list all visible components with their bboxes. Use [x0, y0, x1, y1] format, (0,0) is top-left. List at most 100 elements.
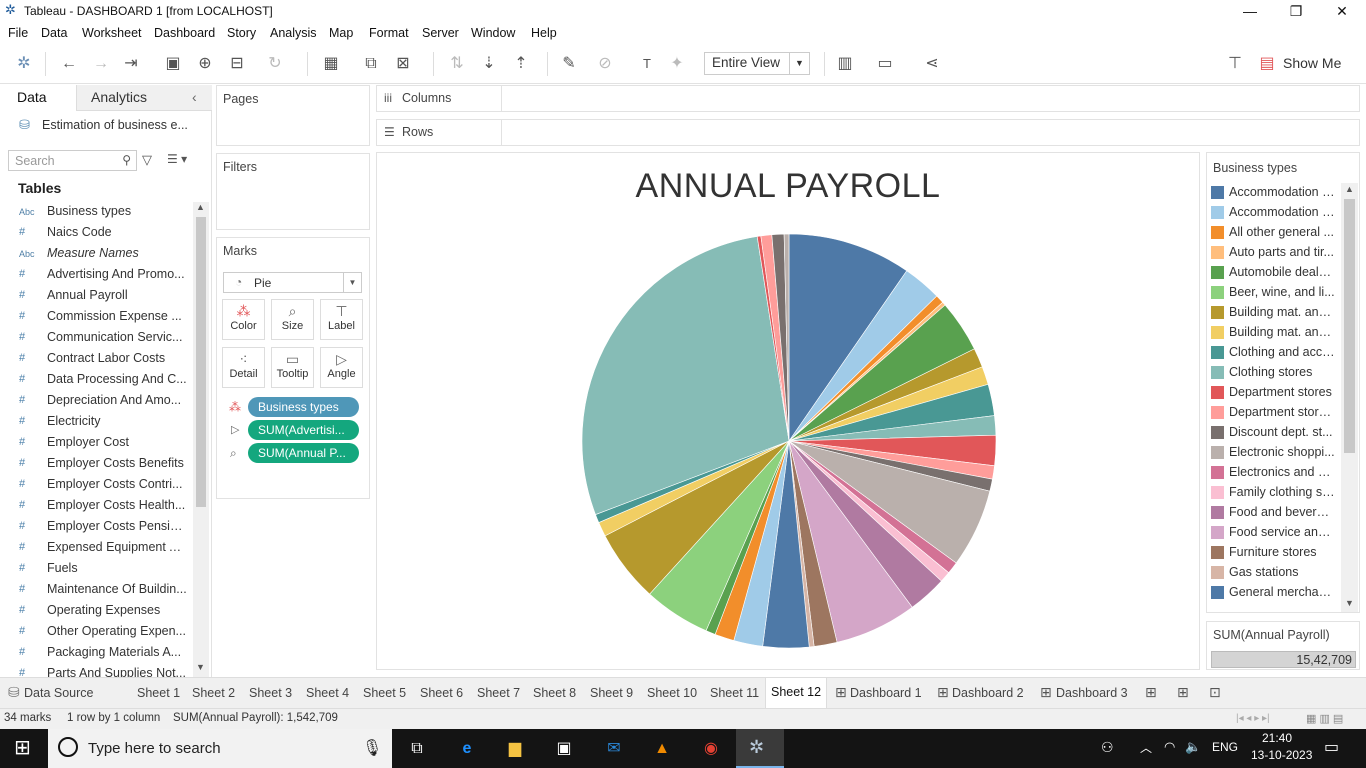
task-view-icon[interactable]: ⧉ — [404, 736, 430, 762]
pause-updates-icon[interactable]: ⊟ — [226, 54, 248, 74]
field-item[interactable]: # Employer Costs Benefits — [0, 453, 192, 474]
legend-item[interactable]: Discount dept. st... — [1211, 423, 1341, 443]
color-button[interactable]: ⁂ Color — [222, 299, 265, 340]
highlight-icon[interactable]: ✎ — [558, 54, 580, 74]
legend-item[interactable]: Electronic shoppi... — [1211, 443, 1341, 463]
pie-chart[interactable] — [377, 153, 1199, 669]
menu-server[interactable]: Server — [422, 26, 459, 40]
chevron-down-icon[interactable]: ▼ — [789, 53, 809, 74]
sort-descending-icon[interactable]: ⇡ — [510, 54, 532, 74]
restore-button[interactable]: ❐ — [1273, 0, 1319, 23]
legend-item[interactable]: Clothing and acce... — [1211, 343, 1341, 363]
sheet-tab[interactable]: Dashboard 2 — [952, 686, 1024, 700]
notifications-icon[interactable]: ▭ — [1324, 737, 1339, 757]
pill-sum-advertising[interactable]: SUM(Advertisi... — [248, 420, 359, 440]
undo-icon[interactable]: ← — [58, 54, 80, 74]
presentation-mode-icon[interactable]: ▭ — [874, 54, 896, 74]
sheet-tab[interactable]: Sheet 4 — [306, 686, 349, 700]
field-item[interactable]: # Annual Payroll — [0, 285, 192, 306]
people-icon[interactable]: ⚇ — [1101, 739, 1114, 756]
wifi-icon[interactable]: ◠ — [1164, 739, 1175, 755]
volume-icon[interactable]: 🔈 — [1185, 739, 1201, 755]
legend-item[interactable]: Department stores — [1211, 383, 1341, 403]
legend-scrollbar[interactable]: ▲ ▼ — [1341, 183, 1358, 612]
tableau-home-icon[interactable]: ✲ — [13, 54, 35, 74]
chrome-icon[interactable]: ◉ — [698, 736, 724, 762]
legend-item[interactable]: Auto parts and tir... — [1211, 243, 1341, 263]
field-item[interactable]: # Other Operating Expen... — [0, 621, 192, 642]
save-icon[interactable]: ▣ — [162, 54, 184, 74]
menu-story[interactable]: Story — [227, 26, 256, 40]
mark-type-select[interactable]: ◔ Pie ▼ — [223, 272, 362, 293]
pill-sum-annual-payroll[interactable]: SUM(Annual P... — [248, 443, 359, 463]
edge-icon[interactable]: e — [454, 736, 480, 762]
show-me-icon[interactable]: ▤ — [1256, 54, 1278, 74]
menu-analysis[interactable]: Analysis — [270, 26, 317, 40]
dashboard-tab-icon[interactable]: ⊞ — [1040, 684, 1052, 701]
tooltip-button[interactable]: ▭ Tooltip — [271, 347, 314, 388]
mail-icon[interactable]: ✉ — [601, 736, 627, 762]
legend-item[interactable]: General merchan... — [1211, 583, 1341, 603]
menu-help[interactable]: Help — [531, 26, 557, 40]
legend-item[interactable]: Building mat. and... — [1211, 323, 1341, 343]
sheet-tab[interactable]: Sheet 2 — [192, 686, 235, 700]
sheet-tab[interactable]: Sheet 1 — [137, 686, 180, 700]
pages-shelf[interactable]: Pages — [216, 85, 370, 146]
clear-sheet-icon[interactable]: ⊠ — [392, 54, 414, 74]
field-item[interactable]: # Communication Servic... — [0, 327, 192, 348]
duplicate-sheet-icon[interactable]: ⧉ — [360, 54, 382, 74]
chevron-up-icon[interactable]: ︿ — [1140, 739, 1152, 756]
sort-ascending-icon[interactable]: ⇣ — [478, 54, 500, 74]
legend-item[interactable]: Beer, wine, and li... — [1211, 283, 1341, 303]
refresh-icon[interactable]: ↻ — [264, 54, 286, 74]
view-list-icon[interactable]: ☰ ▾ — [167, 152, 187, 166]
fix-axes-icon[interactable]: ✦ — [666, 54, 688, 74]
datasource-tab-icon[interactable]: ⛁ — [8, 684, 20, 701]
menu-format[interactable]: Format — [369, 26, 409, 40]
sheet-tab[interactable]: Dashboard 3 — [1056, 686, 1128, 700]
menu-data[interactable]: Data — [41, 26, 67, 40]
new-datasource-icon[interactable]: ⊕ — [194, 54, 216, 74]
chevron-down-icon[interactable]: ▼ — [343, 273, 361, 292]
columns-shelf[interactable]: iii Columns — [376, 85, 1360, 112]
legend-item[interactable]: Accommodation a... — [1211, 183, 1341, 203]
field-item[interactable]: # Employer Costs Contri... — [0, 474, 192, 495]
menu-dashboard[interactable]: Dashboard — [154, 26, 215, 40]
field-item[interactable]: # Employer Costs Pensio... — [0, 516, 192, 537]
field-item[interactable]: # Depreciation And Amo... — [0, 390, 192, 411]
sheet-tab[interactable]: Data Source — [24, 686, 93, 700]
dashboard-tab-icon[interactable]: ⊞ — [835, 684, 847, 701]
detail-button[interactable]: ⁖ Detail — [222, 347, 265, 388]
new-worksheet-tab-icon[interactable]: ⊞ — [1145, 684, 1157, 701]
angle-button[interactable]: ▷ Angle — [320, 347, 363, 388]
legend-item[interactable]: All other general ... — [1211, 223, 1341, 243]
show-labels-icon[interactable]: T — [636, 54, 658, 74]
field-item[interactable]: # Contract Labor Costs — [0, 348, 192, 369]
sheet-tab[interactable]: Sheet 12 — [765, 678, 828, 708]
view-toggle-icon[interactable]: ▦ ▥ ▤ — [1306, 712, 1343, 725]
sheet-tab[interactable]: Sheet 5 — [363, 686, 406, 700]
sheet-tab[interactable]: Sheet 8 — [533, 686, 576, 700]
format-painter-icon[interactable]: ⊤ — [1224, 54, 1246, 74]
replay-icon[interactable]: ⇥ — [120, 54, 142, 74]
menu-file[interactable]: File — [8, 26, 28, 40]
menu-worksheet[interactable]: Worksheet — [82, 26, 142, 40]
view-size-select[interactable]: Entire View ▼ — [704, 52, 810, 75]
rows-shelf[interactable]: ☰ Rows — [376, 119, 1360, 146]
menu-window[interactable]: Window — [471, 26, 515, 40]
legend-item[interactable]: Automobile deale... — [1211, 263, 1341, 283]
search-input[interactable]: Search ⚲ — [8, 150, 137, 171]
show-me-button[interactable]: Show Me — [1283, 55, 1341, 71]
field-item[interactable]: # Electricity — [0, 411, 192, 432]
windows-start-icon[interactable]: ⊞ — [14, 737, 31, 759]
datasource-name[interactable]: Estimation of business e... — [42, 118, 188, 132]
field-item[interactable]: Abc Measure Names — [0, 243, 192, 264]
legend-item[interactable]: Furniture stores — [1211, 543, 1341, 563]
sheet-nav-icon[interactable]: |◂ ◂ ▸ ▸| — [1236, 713, 1270, 724]
menu-map[interactable]: Map — [329, 26, 353, 40]
size-button[interactable]: ⌕ Size — [271, 299, 314, 340]
label-button[interactable]: ⊤ Label — [320, 299, 363, 340]
legend-item[interactable]: Department store... — [1211, 403, 1341, 423]
sheet-tab[interactable]: Sheet 6 — [420, 686, 463, 700]
sheet-tab[interactable]: Sheet 9 — [590, 686, 633, 700]
